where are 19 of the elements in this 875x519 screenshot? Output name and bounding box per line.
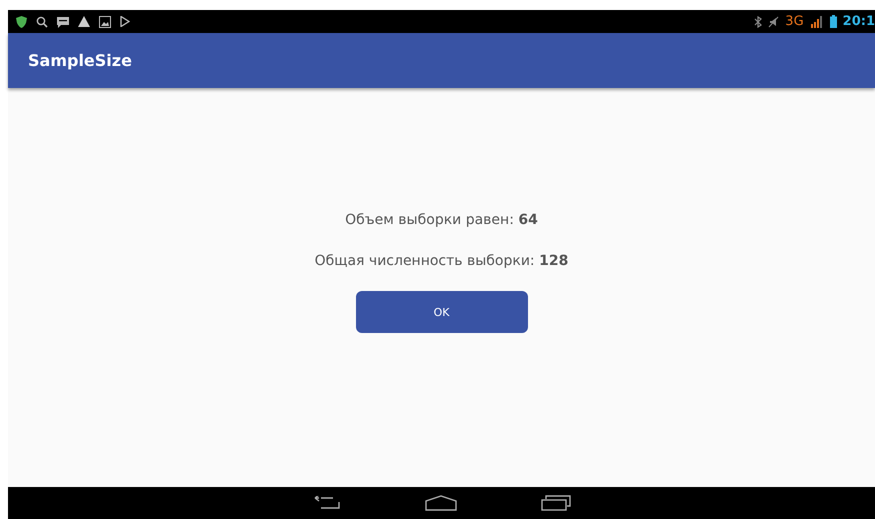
shield-icon xyxy=(16,16,27,28)
bluetooth-icon xyxy=(754,16,762,28)
clock-time: 20:1 xyxy=(842,14,875,29)
battery-icon xyxy=(830,15,837,28)
signal-icon xyxy=(810,16,824,28)
network-type: 3G xyxy=(785,14,804,29)
message-icon xyxy=(57,16,69,28)
back-icon[interactable] xyxy=(312,496,340,510)
search-icon xyxy=(36,16,48,28)
image-icon xyxy=(99,16,111,28)
recent-apps-icon[interactable] xyxy=(540,495,570,511)
play-icon xyxy=(120,16,130,27)
warning-icon xyxy=(78,16,90,27)
home-icon[interactable] xyxy=(424,495,456,511)
app-title: SampleSize xyxy=(28,51,132,70)
ok-button[interactable]: OK xyxy=(356,291,528,333)
mute-icon xyxy=(768,16,780,28)
result-text: Объем выборки равен: 64 xyxy=(345,212,538,228)
result-text: Общая численность выборки: 128 xyxy=(314,253,568,269)
